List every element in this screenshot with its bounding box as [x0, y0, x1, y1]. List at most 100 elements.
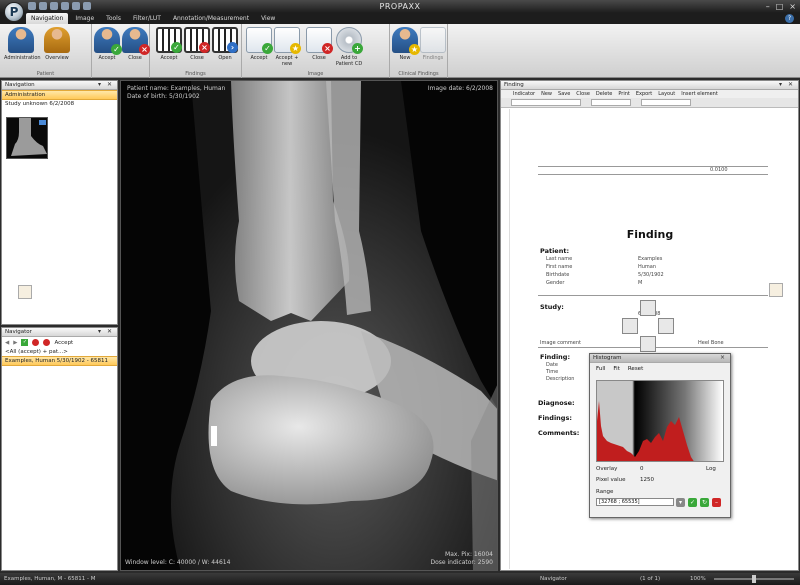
status-bar: Examples, Human, M - 65811 - M Navigator… — [0, 573, 800, 585]
delete-button[interactable]: Delete — [596, 90, 612, 98]
range-dropdown-icon[interactable]: ▾ — [676, 498, 685, 507]
dose-overlay: Dose indicator: 2590 — [430, 559, 493, 566]
tab-view[interactable]: View — [256, 13, 280, 24]
help-icon[interactable]: ? — [785, 14, 794, 23]
layout-button[interactable]: Layout — [658, 90, 675, 98]
status-zoom: 100% — [690, 576, 706, 582]
tab-image[interactable]: Image — [70, 13, 99, 24]
apply-icon[interactable]: ✓ — [688, 498, 697, 507]
refresh-icon[interactable]: ↻ — [700, 498, 709, 507]
patient-value: Human — [638, 264, 657, 270]
style-select[interactable] — [641, 99, 691, 106]
findings-open-button[interactable]: › Open — [208, 27, 242, 61]
new-button[interactable]: New — [541, 90, 552, 98]
nav-selected-item[interactable]: Administration — [2, 90, 117, 100]
dock-guide-icon[interactable] — [622, 318, 638, 334]
study-section: Study: — [540, 303, 564, 311]
save-button[interactable]: Save — [558, 90, 570, 98]
cancel-icon[interactable]: – — [712, 498, 721, 507]
worklist-group[interactable]: <All (accept) + pat...> — [2, 348, 117, 356]
pane-drop-icon[interactable] — [18, 285, 32, 299]
print-button[interactable]: Print — [618, 90, 630, 98]
pane-controls[interactable]: ▾ ✕ — [98, 328, 114, 336]
fit-button[interactable]: Fit — [613, 366, 619, 372]
export-button[interactable]: Export — [636, 90, 652, 98]
histogram-close-icon[interactable]: × — [720, 354, 727, 362]
dock-guide-icon[interactable] — [658, 318, 674, 334]
plus-icon: + — [352, 43, 363, 54]
zoom-slider[interactable] — [714, 575, 794, 583]
worklist-pane-header: Navigator ▾ ✕ — [2, 328, 117, 337]
close-button[interactable]: Close — [576, 90, 590, 98]
dock-guide-icon[interactable] — [640, 300, 656, 316]
reset-button[interactable]: Reset — [628, 366, 643, 372]
ribbon-tabs: Navigation Image Tools Filter/LUT Annota… — [0, 13, 800, 24]
section-line — [538, 295, 768, 296]
histogram-graph[interactable] — [596, 380, 724, 462]
worklist-pane: Navigator ▾ ✕ ◀ ▶ ✓ Accept <All (accept)… — [1, 327, 118, 571]
overlay-value: 0 — [640, 466, 644, 472]
delete-icon[interactable] — [43, 339, 51, 346]
dicom-value: 0.0100 — [710, 167, 728, 173]
arrow-icon: › — [227, 42, 238, 53]
overview-button[interactable]: Overview — [40, 27, 74, 61]
insert-element-button[interactable]: Insert element — [681, 90, 718, 98]
dob-overlay: Date of birth: 5/30/1902 — [127, 93, 200, 100]
finding-title: Finding — [626, 228, 674, 241]
dock-guide-icon[interactable] — [640, 336, 656, 352]
pixel-value-label: Pixel value — [596, 477, 626, 483]
indicator-button[interactable]: Indicator — [513, 90, 535, 98]
window-controls[interactable]: – □ × — [766, 2, 796, 11]
worklist-selected-item[interactable]: Examples, Human 5/30/1902 - 65811 — [2, 356, 117, 366]
log-checkbox[interactable]: Log — [706, 466, 716, 472]
header-line — [538, 166, 768, 167]
navigation-pane-header: Navigation ▾ ✕ — [2, 81, 117, 90]
tab-tools[interactable]: Tools — [101, 13, 126, 24]
side-drop-icon[interactable] — [769, 283, 783, 297]
finding-row: Description — [546, 376, 575, 382]
image-comment-label: Image comment — [540, 340, 582, 346]
full-button[interactable]: Full — [596, 366, 605, 372]
report-toolbar: Indicator New Save Close Delete Print Ex… — [501, 90, 798, 98]
tab-filter-lut[interactable]: Filter/LUT — [128, 13, 166, 24]
clinical-findings-button[interactable]: Findings — [416, 27, 450, 61]
image-close-icon: × — [306, 27, 333, 54]
accept-icon[interactable]: ✓ — [21, 339, 29, 346]
tab-annotation[interactable]: Annotation/Measurement — [168, 13, 254, 24]
findings-open-icon: › — [212, 27, 238, 53]
findings-close-icon: × — [184, 27, 210, 53]
study-item[interactable]: Study unknown 6/2/2008 — [2, 100, 117, 108]
image-viewer[interactable]: Patient name: Examples, Human Date of bi… — [120, 80, 498, 571]
app-logo[interactable]: P — [4, 2, 24, 22]
finding-pane-header: Finding ▾ ✕ — [501, 81, 798, 90]
comments-section: Comments: — [538, 429, 580, 437]
size-select[interactable] — [591, 99, 631, 106]
tab-navigation[interactable]: Navigation — [26, 13, 69, 24]
image-close-button[interactable]: × Close — [302, 27, 336, 61]
administration-button[interactable]: Administration — [4, 27, 41, 61]
patient-section: Patient: — [540, 247, 570, 255]
close-icon[interactable]: × — [789, 2, 796, 11]
range-input[interactable]: [32768 ; 65535] — [596, 498, 674, 506]
group-findings: ✓ Accept × Close › Open Findings — [150, 24, 242, 78]
image-accept-new-button[interactable]: ★ Accept + new — [270, 27, 304, 67]
findings-accept-icon: ✓ — [156, 27, 182, 53]
histogram-window[interactable]: Histogram × Full Fit Reset Overlay 0 Log… — [589, 353, 731, 518]
format-toolbar[interactable] — [501, 98, 798, 108]
back-icon[interactable]: ◀ — [5, 339, 9, 347]
forward-icon[interactable]: ▶ — [13, 339, 17, 347]
study-thumbnail[interactable] — [6, 117, 48, 159]
patient-close-button[interactable]: × Close — [118, 27, 152, 61]
group-patient-accept: ✓ Accept × Close — [92, 24, 150, 78]
patient-row: First name — [546, 264, 573, 270]
diagnose-section: Diagnose: — [538, 399, 575, 407]
patient-row: Last name — [546, 256, 573, 262]
worklist-accept-label[interactable]: Accept — [54, 339, 73, 347]
minimize-icon[interactable]: – — [766, 2, 770, 11]
font-select[interactable] — [511, 99, 581, 106]
add-to-cd-button[interactable]: + Add to Patient CD — [332, 27, 366, 67]
maximize-icon[interactable]: □ — [776, 2, 784, 11]
pane-controls[interactable]: ▾ ✕ — [98, 81, 114, 89]
reject-icon[interactable] — [32, 339, 40, 346]
pane-controls[interactable]: ▾ ✕ — [779, 81, 795, 89]
